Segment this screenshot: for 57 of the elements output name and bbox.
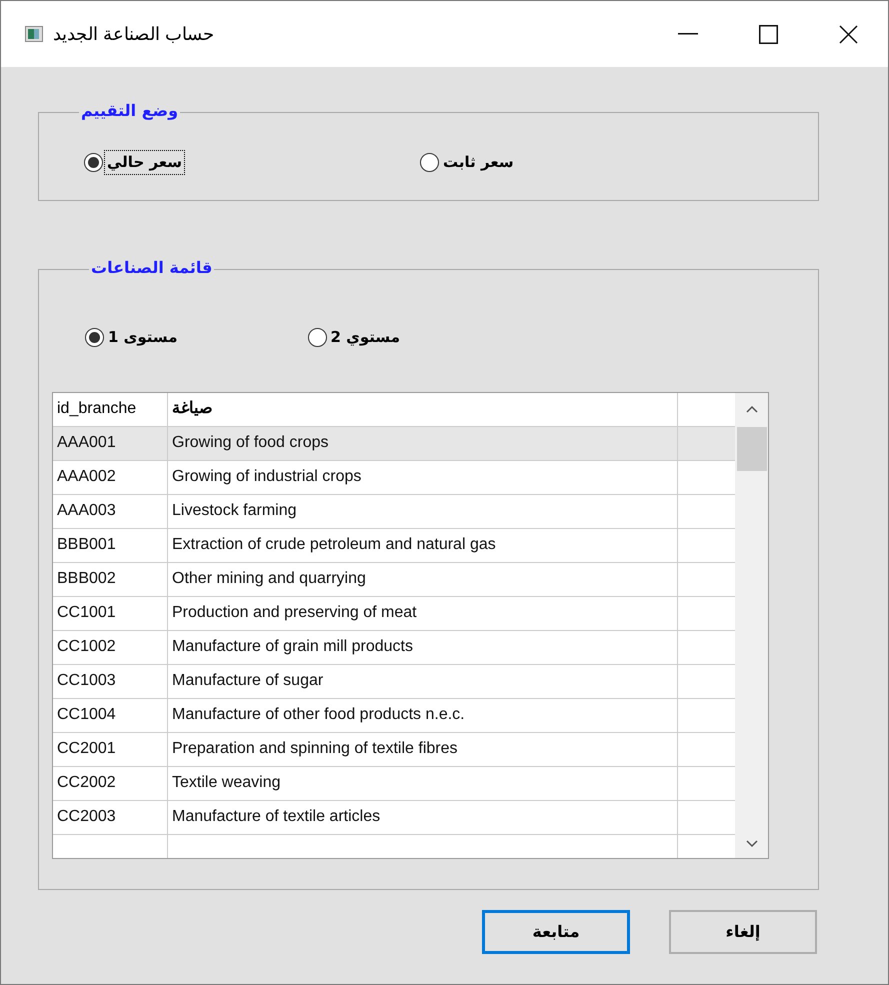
- table-cell: Manufacture of sugar: [168, 664, 678, 698]
- scroll-up-icon[interactable]: [746, 404, 758, 412]
- column-header[interactable]: صياغة: [168, 392, 678, 426]
- table-cell: CC1002: [53, 630, 168, 664]
- table-cell: CC2002: [53, 766, 168, 800]
- table-row[interactable]: CC2002 Textile weaving: [53, 766, 735, 800]
- table-row[interactable]: CC1002 Manufacture of grain mill products: [53, 630, 735, 664]
- radio-label[interactable]: مستوي 2: [328, 326, 402, 348]
- table-cell: AAA003: [53, 494, 168, 528]
- radio-button[interactable]: [308, 328, 326, 347]
- table-cell: BBB002: [53, 562, 168, 596]
- dialog-button[interactable]: إلغاء: [669, 910, 817, 954]
- table-cell: CC1004: [53, 698, 168, 732]
- table-row[interactable]: CC1004 Manufacture of other food products n.e.c.: [53, 698, 735, 732]
- radio-button[interactable]: [85, 328, 104, 347]
- scroll-down-icon[interactable]: [746, 840, 758, 848]
- scroll-thumb[interactable]: [736, 426, 766, 470]
- table-cell: Preparation and spinning of textile fibres: [168, 732, 678, 766]
- dialog-button[interactable]: متابعة: [482, 910, 630, 954]
- table-row[interactable]: BBB001 Extraction of crude petroleum and natural gas: [53, 528, 735, 562]
- radio-button[interactable]: [84, 152, 103, 172]
- table-row[interactable]: CC2003 Manufacture of textile articles: [53, 800, 735, 834]
- table-row[interactable]: AAA003 Livestock farming: [53, 494, 735, 528]
- table-cell: Other mining and quarrying: [168, 562, 678, 596]
- close-icon: [838, 24, 858, 44]
- app-icon: [25, 26, 43, 42]
- table-cell: Extraction of crude petroleum and natural gas: [168, 528, 678, 562]
- table-cell: CC2001: [53, 732, 168, 766]
- table-row[interactable]: AAA002 Growing of industrial crops: [53, 460, 735, 494]
- table-cell: AAA002: [53, 460, 168, 494]
- column-header[interactable]: id_branche: [53, 392, 168, 426]
- table-cell: BBB001: [53, 528, 168, 562]
- radio-label[interactable]: مستوى 1: [106, 326, 180, 348]
- table-row[interactable]: CC1003 Manufacture of sugar: [53, 664, 735, 698]
- table-cell: AAA001: [53, 426, 168, 460]
- radio-button[interactable]: [420, 152, 440, 172]
- table-cell: CC2003: [53, 800, 168, 834]
- table-cell: CC1001: [53, 596, 168, 630]
- table-cell: Manufacture of grain mill products: [168, 630, 678, 664]
- table-cell: Textile weaving: [168, 766, 678, 800]
- window-title: حساب الصناعة الجديد: [53, 22, 214, 46]
- maximize-icon: [758, 24, 778, 44]
- table-cell: Manufacture of other food products n.e.c.: [168, 698, 678, 732]
- table-row[interactable]: CC1001 Production and preserving of meat: [53, 596, 735, 630]
- minimize-icon: [678, 33, 698, 35]
- table-cell: Manufacture of textile articles: [168, 800, 678, 834]
- table-row[interactable]: CC2001 Preparation and spinning of textile fibres: [53, 732, 735, 766]
- table-cell: Livestock farming: [168, 494, 678, 528]
- table-cell: Growing of food crops: [168, 426, 678, 460]
- table-cell: Growing of industrial crops: [168, 460, 678, 494]
- scrollbar[interactable]: [735, 392, 768, 858]
- radio-label[interactable]: سعر ثابت: [441, 151, 516, 174]
- table-row[interactable]: BBB002 Other mining and quarrying: [53, 562, 735, 596]
- radio-label[interactable]: سعر حالي: [105, 151, 184, 174]
- table-row[interactable]: AAA001 Growing of food crops: [53, 426, 735, 460]
- table-cell: CC1003: [53, 664, 168, 698]
- table-cell: Production and preserving of meat: [168, 596, 678, 630]
